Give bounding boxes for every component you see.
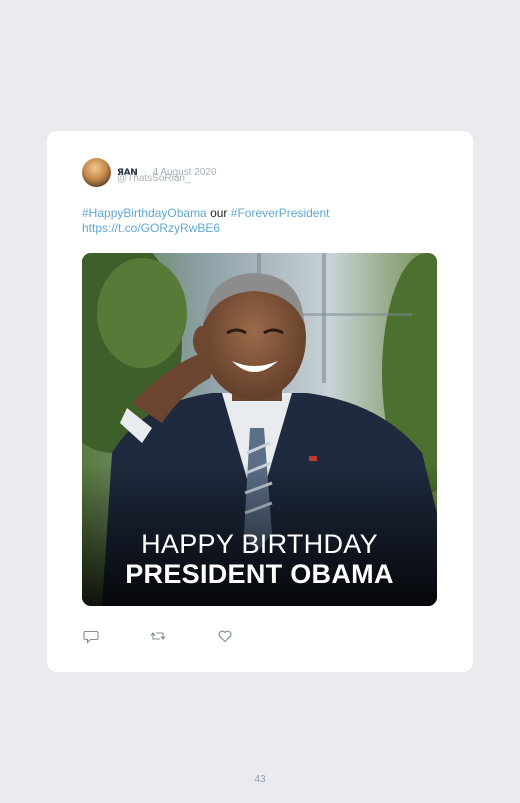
page-number: 43 xyxy=(254,774,266,785)
retweet-button[interactable] xyxy=(150,628,166,644)
hashtag-link[interactable]: #HappyBirthdayObama xyxy=(82,206,207,220)
image-caption-line2: PRESIDENT OBAMA xyxy=(125,559,394,589)
retweet-icon xyxy=(150,632,166,640)
tweet-card: ЯAN · 4 August 2020 @ThatsSoRian_ #Happy… xyxy=(47,131,473,672)
reply-button[interactable] xyxy=(83,628,99,644)
tweet-word: our xyxy=(210,206,228,220)
heart-icon xyxy=(218,630,232,643)
page: ЯAN · 4 August 2020 @ThatsSoRian_ #Happy… xyxy=(0,0,520,803)
author-handle[interactable]: @ThatsSoRian_ xyxy=(117,173,191,184)
avatar[interactable] xyxy=(82,158,111,187)
reply-icon xyxy=(83,630,99,644)
tweet-text: #HappyBirthdayObama our #ForeverPresiden… xyxy=(82,206,442,236)
url-link[interactable]: https://t.co/GORzyRwBE6 xyxy=(82,221,220,235)
like-button[interactable] xyxy=(217,628,233,644)
hashtag-link[interactable]: #ForeverPresident xyxy=(231,206,330,220)
image-caption-line1: HAPPY BIRTHDAY xyxy=(141,529,378,559)
tweet-image[interactable]: HAPPY BIRTHDAY PRESIDENT OBAMA xyxy=(82,253,437,606)
